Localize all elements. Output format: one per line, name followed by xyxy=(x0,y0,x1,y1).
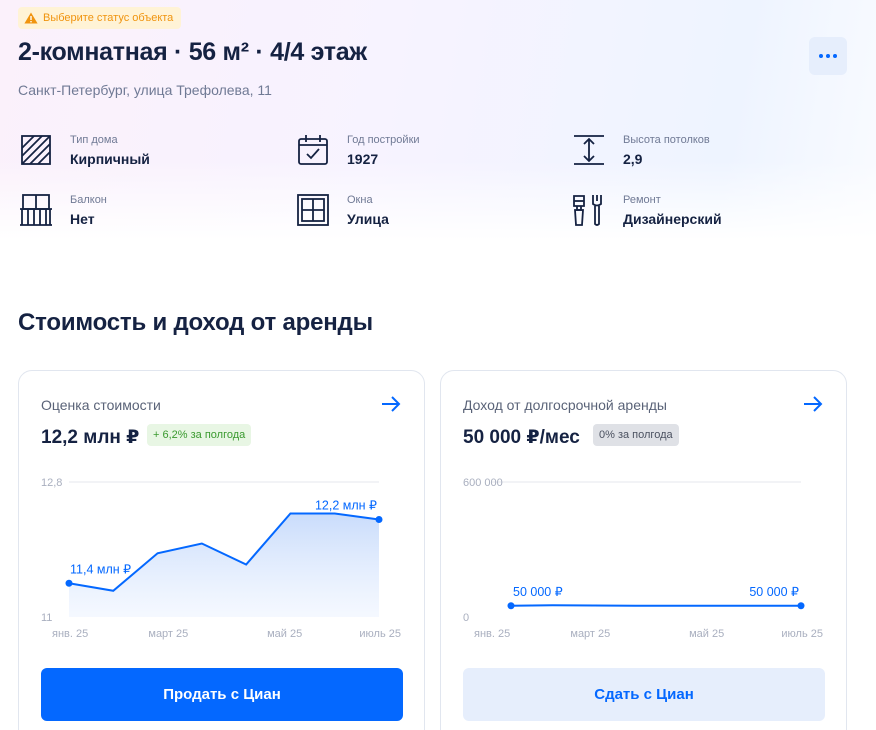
data-point xyxy=(375,516,383,523)
ceiling-height-icon xyxy=(574,135,604,165)
x-tick-label: июль 25 xyxy=(359,628,401,640)
feature-year-built: Год постройки 1927 xyxy=(295,132,420,168)
data-label: 50 000 ₽ xyxy=(749,585,799,599)
rent-chart: 600 000 0 50 000 ₽ 50 000 ₽ янв. 25 март 25 ма… xyxy=(463,477,823,640)
feature-label: Окна xyxy=(347,194,373,206)
x-tick-label: март 25 xyxy=(148,628,188,640)
x-tick-label: май 25 xyxy=(689,628,724,640)
feature-value: 1927 xyxy=(347,151,379,167)
feature-ceiling-height: Высота потолков 2,9 xyxy=(571,132,710,168)
page-title: 2-комнатная · 56 м² · 4/4 этаж xyxy=(18,38,367,66)
address: Санкт-Петербург, улица Трефолева, 11 xyxy=(18,82,272,98)
sell-button[interactable]: Продать с Циан xyxy=(41,668,403,721)
feature-value: Нет xyxy=(70,211,95,227)
feature-label: Балкон xyxy=(70,194,107,206)
data-point xyxy=(65,579,73,587)
x-tick-label: март 25 xyxy=(570,628,610,640)
card-title: Доход от долгосрочной аренды xyxy=(463,397,667,413)
change-chip: 0% за полгода xyxy=(593,424,679,446)
feature-windows: Окна Улица xyxy=(295,192,389,228)
valuation-price: 12,2 млн ₽ xyxy=(41,427,140,448)
brick-wall-icon xyxy=(21,135,51,165)
rent-price: 50 000 ₽/мес xyxy=(463,427,580,448)
more-button[interactable] xyxy=(809,37,847,75)
feature-value: 2,9 xyxy=(623,151,643,167)
section-title: Стоимость и доход от аренды xyxy=(18,309,373,336)
status-badge-text: Выберите статус объекта xyxy=(43,12,174,24)
feature-balcony: Балкон Нет xyxy=(18,192,107,228)
feature-label: Тип дома xyxy=(70,134,118,146)
y-tick-label: 600 000 xyxy=(463,477,503,489)
valuation-card: Оценка стоимости 12,2 млн ₽ + 6,2% за по… xyxy=(18,370,425,730)
more-dots-icon xyxy=(819,54,823,58)
feature-value: Улица xyxy=(347,211,389,227)
y-tick-label: 12,8 xyxy=(41,477,62,489)
valuation-chart: 12,8 11 11,4 млн ₽ 12,2 млн ₽ янв. 25 март 25… xyxy=(41,477,401,640)
data-label: 12,2 млн ₽ xyxy=(315,499,377,513)
data-point xyxy=(797,602,805,610)
arrow-right-icon[interactable] xyxy=(802,393,824,415)
x-tick-label: май 25 xyxy=(267,628,302,640)
arrow-right-icon[interactable] xyxy=(380,393,402,415)
rent-out-button[interactable]: Сдать с Циан xyxy=(463,668,825,721)
x-tick-label: янв. 25 xyxy=(52,628,88,640)
feature-label: Год постройки xyxy=(347,134,420,146)
y-tick-label: 0 xyxy=(463,612,469,624)
rent-card: Доход от долгосрочной аренды 50 000 ₽/ме… xyxy=(440,370,847,730)
balcony-icon xyxy=(20,194,52,226)
feature-value: Дизайнерский xyxy=(623,211,722,227)
window-icon xyxy=(297,194,329,226)
x-tick-label: июль 25 xyxy=(781,628,823,640)
feature-value: Кирпичный xyxy=(70,151,150,167)
data-label: 50 000 ₽ xyxy=(513,585,563,599)
feature-renovation: Ремонт Дизайнерский xyxy=(571,192,722,228)
header-fade xyxy=(0,160,876,240)
feature-label: Высота потолков xyxy=(623,134,710,146)
data-label: 11,4 млн ₽ xyxy=(70,562,131,576)
feature-house-type: Тип дома Кирпичный xyxy=(18,132,150,168)
change-chip: + 6,2% за полгода xyxy=(147,424,252,446)
card-title: Оценка стоимости xyxy=(41,397,161,413)
x-tick-label: янв. 25 xyxy=(474,628,510,640)
calendar-icon xyxy=(298,135,328,165)
warning-icon xyxy=(24,12,38,24)
data-point xyxy=(507,602,515,610)
feature-label: Ремонт xyxy=(623,194,661,206)
status-badge[interactable]: Выберите статус объекта xyxy=(18,7,182,29)
renovation-tools-icon xyxy=(573,195,602,226)
y-tick-label: 11 xyxy=(41,612,52,624)
